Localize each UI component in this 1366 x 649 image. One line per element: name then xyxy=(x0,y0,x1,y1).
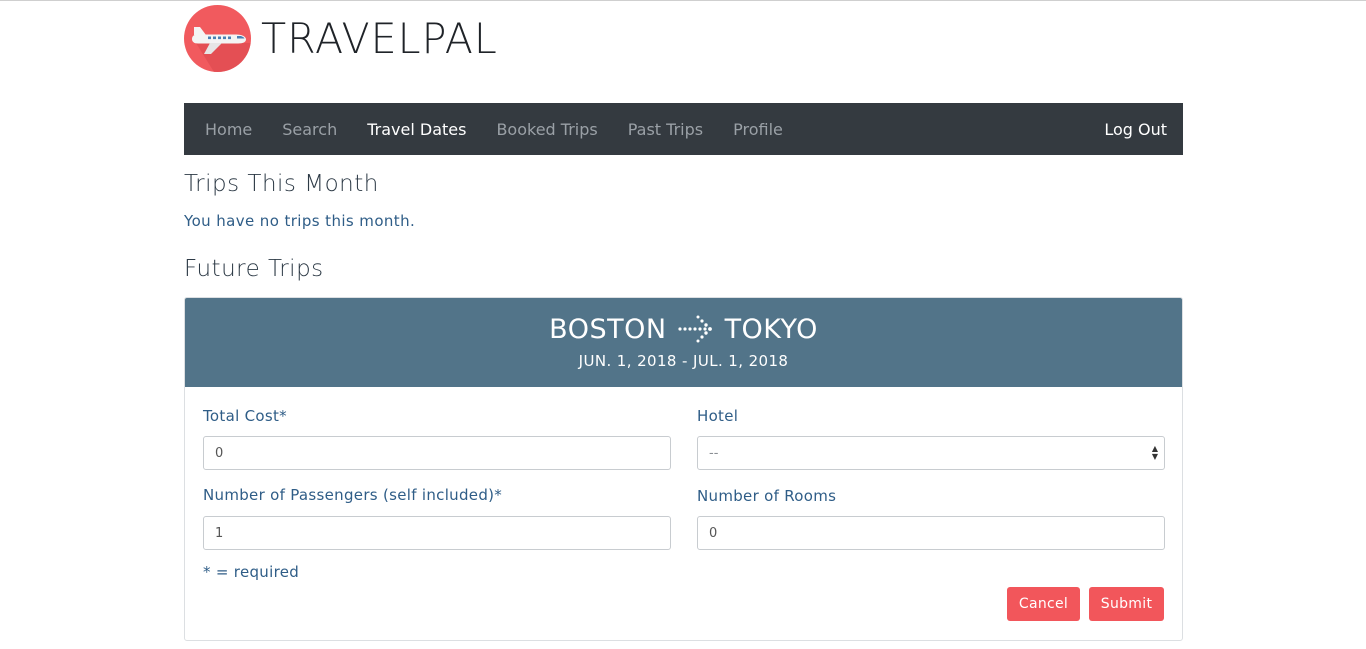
trip-card: BOSTON TOKYO JUN. 1, 2018 - JUL. 1, 2018 xyxy=(184,297,1183,641)
trip-card-header: BOSTON TOKYO JUN. 1, 2018 - JUL. 1, 2018 xyxy=(185,298,1182,387)
cancel-button[interactable]: Cancel xyxy=(1007,587,1080,621)
select-caret-icon: ▲ ▼ xyxy=(1151,444,1158,461)
airplane-icon xyxy=(184,5,251,72)
nav-item-search[interactable]: Search xyxy=(267,120,352,139)
hotel-select-value: -- xyxy=(709,445,719,461)
nav-item-travel-dates[interactable]: Travel Dates xyxy=(352,120,481,139)
hotel-select[interactable]: -- ▲ ▼ xyxy=(697,436,1165,470)
trip-origin: BOSTON xyxy=(549,313,667,345)
required-note: * = required xyxy=(203,563,300,581)
trips-this-month-heading: Trips This Month xyxy=(184,171,379,197)
passengers-label: Number of Passengers (self included)* xyxy=(203,486,503,504)
trip-dates: JUN. 1, 2018 - JUL. 1, 2018 xyxy=(578,352,789,370)
future-trips-heading: Future Trips xyxy=(184,256,324,282)
trip-destination: TOKYO xyxy=(724,313,818,345)
nav-item-booked-trips[interactable]: Booked Trips xyxy=(481,120,612,139)
rooms-label: Number of Rooms xyxy=(697,487,837,505)
hotel-label: Hotel xyxy=(697,407,739,425)
passengers-input[interactable]: 1 xyxy=(203,516,671,550)
no-trips-message: You have no trips this month. xyxy=(184,212,416,230)
nav-item-profile[interactable]: Profile xyxy=(718,120,798,139)
trip-route: BOSTON TOKYO xyxy=(185,298,1182,350)
submit-button[interactable]: Submit xyxy=(1089,587,1164,621)
brand-logo[interactable]: TRAVELPAL xyxy=(184,5,503,72)
brand-name: TRAVELPAL xyxy=(261,13,498,63)
rooms-input[interactable]: 0 xyxy=(697,516,1165,550)
total-cost-label: Total Cost* xyxy=(203,407,287,425)
logout-link[interactable]: Log Out xyxy=(1089,120,1183,139)
dotted-arrow-right-icon xyxy=(677,314,715,344)
total-cost-input[interactable]: 0 xyxy=(203,436,671,470)
nav-item-past-trips[interactable]: Past Trips xyxy=(613,120,718,139)
nav-item-home[interactable]: Home xyxy=(184,120,267,139)
main-navbar: Home Search Travel Dates Booked Trips Pa… xyxy=(184,103,1183,155)
